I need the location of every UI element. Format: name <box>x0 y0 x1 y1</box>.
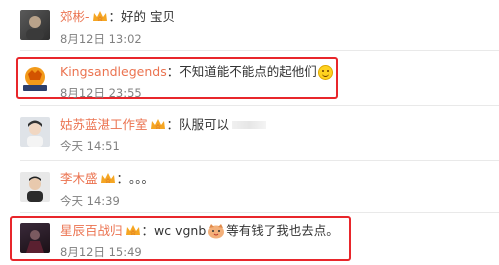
user-avatar-icon <box>27 176 43 202</box>
comment-username[interactable]: 李木盛 <box>60 171 98 187</box>
comment-text: 不知道能不能点的起他们 <box>179 64 317 79</box>
user-avatar-icon <box>26 230 44 253</box>
cat-emoji-icon <box>208 224 225 239</box>
comment-item: 姑苏蓝湛工作室 ☆ ： 队服可以 今天 14:51 <box>0 106 499 158</box>
comment-timestamp: 8月12日 15:49 <box>60 245 142 259</box>
svg-text:☆: ☆ <box>129 229 135 237</box>
colon: ： <box>116 171 130 186</box>
vip-crown-icon: ☆ <box>125 225 140 237</box>
comment-username[interactable]: Kingsandlegends <box>60 64 167 80</box>
svg-text:☆: ☆ <box>154 123 160 131</box>
comment-timestamp: 今天 14:51 <box>60 139 120 153</box>
svg-text:☆: ☆ <box>96 15 102 23</box>
vip-crown-icon: ☆ <box>92 11 107 23</box>
avatar[interactable] <box>20 117 50 147</box>
comment-text: 好的 宝贝 <box>121 9 176 24</box>
comment-item: 李木盛 ☆ ： 。。。 今天 14:39 <box>0 161 499 213</box>
comment-timestamp: 8月12日 13:02 <box>60 32 142 46</box>
avatar[interactable] <box>20 10 50 40</box>
svg-text:☆: ☆ <box>104 177 110 185</box>
smiley-emoji-icon <box>317 64 333 80</box>
comment-item: 星辰百战归 ☆ ： wc vgnb 等有钱了我也去点。 8月12日 15:49 <box>0 213 499 265</box>
vip-crown-icon: ☆ <box>100 173 115 185</box>
comment-text: 队服可以 <box>179 117 230 132</box>
colon: ： <box>166 117 180 132</box>
comment-item: Kingsandlegends ： 不知道能不能点的起他们 8月12日 23:5… <box>0 51 499 103</box>
avatar[interactable] <box>20 64 50 94</box>
colon: ： <box>166 64 180 79</box>
comment-timestamp: 8月12日 23:55 <box>60 86 142 100</box>
comment-username[interactable]: 星辰百战归 <box>60 223 123 239</box>
comment-item: 郊彬- ☆ ： 好的 宝贝 8月12日 13:02 <box>0 0 499 52</box>
colon: ： <box>108 9 122 24</box>
comment-timestamp: 今天 14:39 <box>60 194 120 208</box>
user-avatar-icon <box>26 16 44 40</box>
comment-text-continued: 等有钱了我也去点。 <box>226 223 339 238</box>
comment-username[interactable]: 姑苏蓝湛工作室 <box>60 117 148 133</box>
vip-crown-icon: ☆ <box>150 119 165 131</box>
user-avatar-icon <box>27 120 43 147</box>
team-logo-icon <box>23 67 47 91</box>
comment-text: 。。。 <box>129 171 155 186</box>
comment-text: wc vgnb <box>154 223 207 238</box>
blurred-text <box>232 121 267 129</box>
avatar[interactable] <box>20 172 50 202</box>
avatar[interactable] <box>20 223 50 253</box>
colon: ： <box>141 223 155 238</box>
comment-username[interactable]: 郊彬- <box>60 9 90 25</box>
